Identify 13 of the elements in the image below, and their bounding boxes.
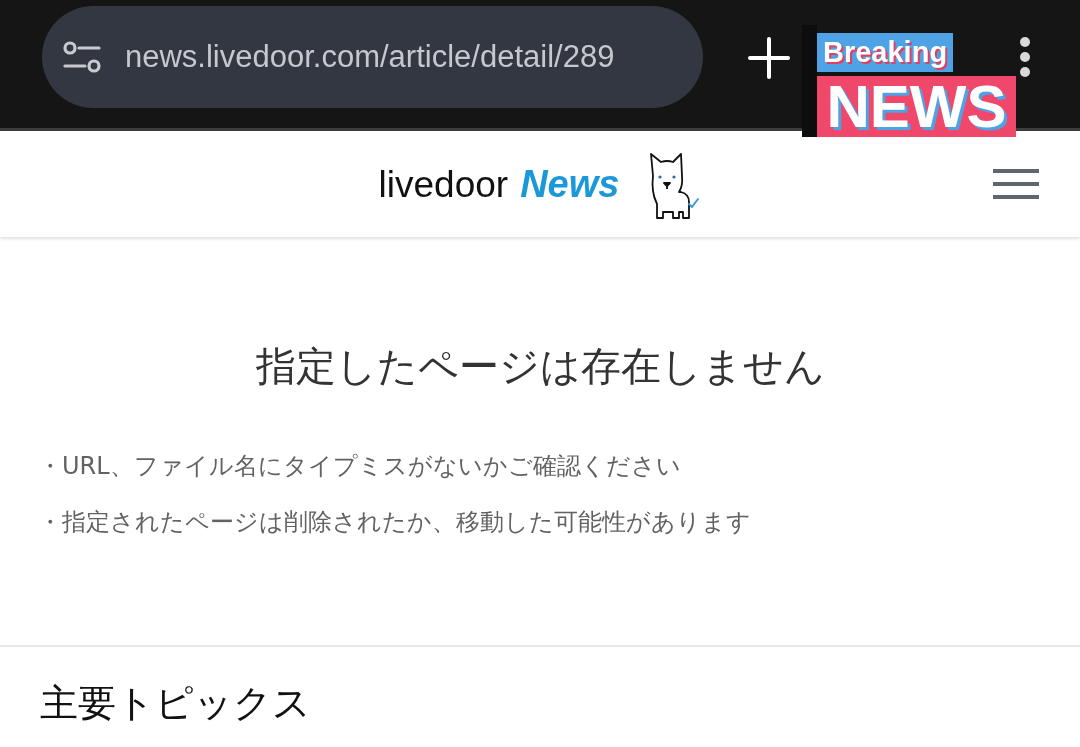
- menu-icon[interactable]: [993, 169, 1039, 199]
- address-bar[interactable]: news.livedoor.com/article/detail/289: [42, 6, 703, 108]
- plus-icon[interactable]: [748, 37, 790, 79]
- error-note: ・指定されたページは削除されたか、移動した可能性があります: [38, 507, 751, 538]
- sticker-headline: NEWS: [817, 76, 1016, 137]
- sticker-caption: Breaking: [817, 33, 954, 72]
- logo-text[interactable]: livedoor News: [378, 155, 620, 213]
- error-note: ・URL、ファイル名にタイプミスがないかご確認ください: [38, 451, 681, 482]
- error-title: 指定したページは存在しません: [255, 342, 825, 390]
- url-text: news.livedoor.com/article/detail/289: [125, 37, 615, 76]
- sliders-icon[interactable]: [63, 41, 101, 73]
- section-title: 主要トピックス: [40, 680, 311, 726]
- more-options-icon[interactable]: [1020, 37, 1030, 77]
